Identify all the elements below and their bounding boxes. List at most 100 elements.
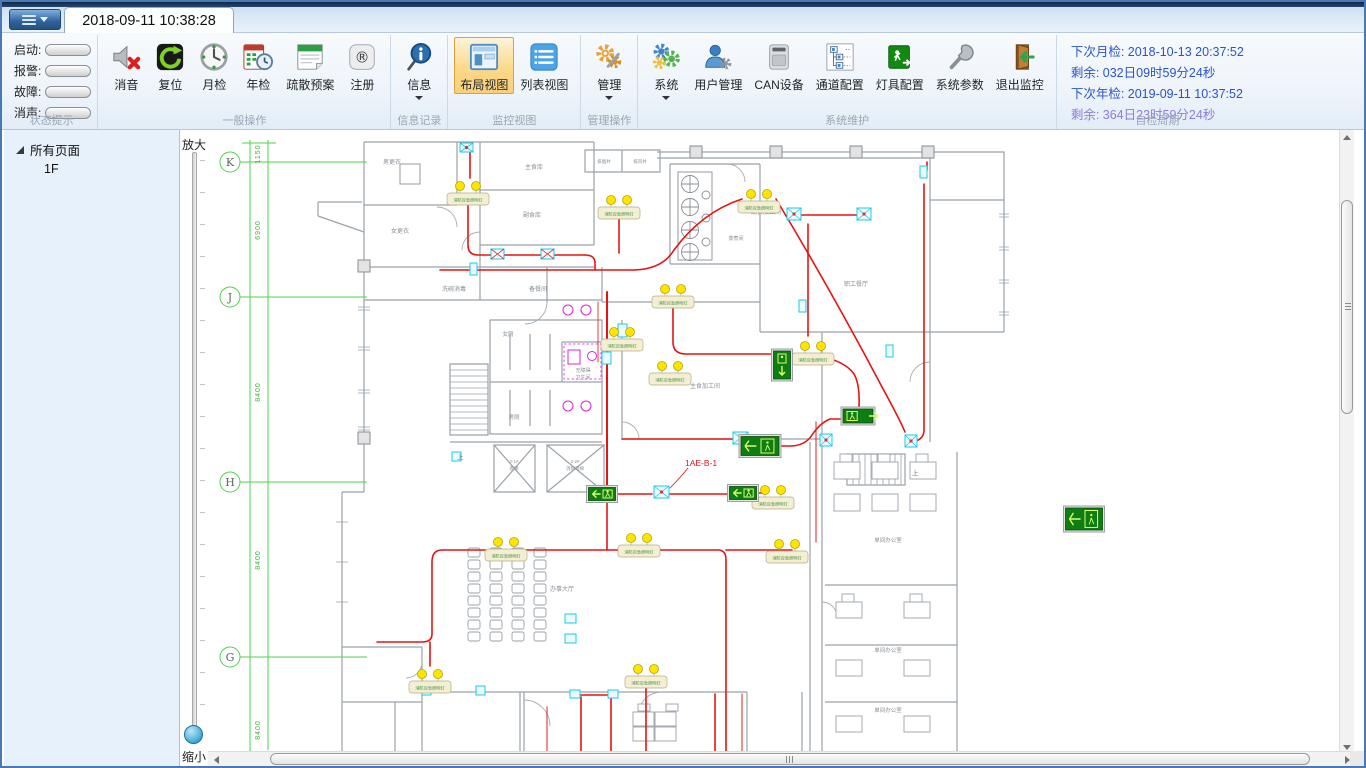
emergency-lamp[interactable]: 消防应急照明灯 xyxy=(598,196,640,220)
tree-expander-icon[interactable] xyxy=(16,146,24,154)
emergency-lamp[interactable]: 消防应急照明灯 xyxy=(447,182,489,206)
grid-row-labels: KJHG11506900840084008400 xyxy=(220,144,367,739)
room-label: 蒸煮间 xyxy=(728,235,743,242)
can-device-button[interactable]: CAN设备 xyxy=(748,37,809,94)
wall-device[interactable] xyxy=(602,352,611,364)
info-button[interactable]: 信息 xyxy=(397,37,441,101)
svg-text:K: K xyxy=(226,156,235,169)
exit-sign[interactable] xyxy=(841,407,878,425)
svg-text:®: ® xyxy=(355,48,370,66)
lamp-config-button[interactable]: 灯具配置 xyxy=(870,37,930,94)
svg-text:消防应急照明灯: 消防应急照明灯 xyxy=(624,549,654,556)
room-label: 备餐间 xyxy=(529,285,547,293)
zoom-slider-track[interactable] xyxy=(192,152,197,742)
room-label: 女厕 xyxy=(502,330,514,338)
evacuation-plan-button[interactable]: 疏散预案 xyxy=(280,37,340,94)
svg-text:消防应急照明灯: 消防应急照明灯 xyxy=(607,343,637,350)
wall-device[interactable] xyxy=(654,486,669,498)
exit-sign[interactable] xyxy=(1064,506,1105,532)
tree-node-1f[interactable]: 1F xyxy=(4,159,179,176)
emergency-lamp[interactable]: 消防应急照明灯 xyxy=(485,538,527,562)
system-params-button[interactable]: 系统参数 xyxy=(930,37,990,94)
exit-monitor-button[interactable]: 退出监控 xyxy=(990,37,1050,94)
window-ticks xyxy=(336,214,1009,602)
horizontal-scrollbar[interactable] xyxy=(208,751,1354,766)
wall-device[interactable] xyxy=(799,300,806,312)
status-label-fault: 故障: xyxy=(14,83,41,100)
zoom-slider-thumb[interactable] xyxy=(184,725,203,744)
scroll-down-icon[interactable] xyxy=(1343,745,1351,750)
emergency-lamp[interactable]: 消防应急照明灯 xyxy=(766,540,808,564)
room-label: 主食加工间 xyxy=(690,382,720,390)
menu-icon xyxy=(22,15,36,25)
user-management-button[interactable]: 用户管理 xyxy=(688,37,748,94)
wall-device[interactable] xyxy=(787,208,801,220)
floorplan-canvas[interactable]: KJHG11506900840084008400 xyxy=(208,130,1354,755)
layout-view-icon xyxy=(468,41,500,73)
vertical-scrollbar[interactable] xyxy=(1339,130,1354,755)
list-view-button[interactable]: 列表视图 xyxy=(514,37,574,94)
scroll-up-icon[interactable] xyxy=(1343,135,1351,140)
register-button[interactable]: ® 注册 xyxy=(340,37,384,94)
document-tab[interactable]: 2018-09-11 10:38:28 xyxy=(64,7,234,33)
monthly-remaining: 剩余: 032日09时59分24秒 xyxy=(1071,62,1244,81)
reset-button[interactable]: 复位 xyxy=(148,37,192,94)
tree-node-all-pages[interactable]: 所有页面 xyxy=(4,130,179,159)
exit-sign[interactable] xyxy=(772,349,793,381)
wall-device[interactable] xyxy=(541,249,554,259)
wall-device[interactable] xyxy=(476,686,485,695)
wall-device[interactable] xyxy=(820,434,832,446)
wall-device[interactable] xyxy=(565,614,576,623)
main-area: 所有页面 1F 放大 缩小 KJHG11506900840084008400 xyxy=(2,130,1364,766)
wall-device[interactable] xyxy=(460,143,473,152)
wall-device[interactable] xyxy=(857,208,871,220)
emergency-lamp[interactable]: 消防应急照明灯 xyxy=(649,362,691,386)
mute-button[interactable]: 消音 xyxy=(104,37,148,94)
group-selfcheck: 下次月检: 2018-10-13 20:37:52 剩余: 032日09时59分… xyxy=(1057,35,1258,129)
tab-title: 2018-09-11 10:38:28 xyxy=(82,13,216,29)
svg-text:6900: 6900 xyxy=(255,220,262,240)
emergency-lamp[interactable]: 消防应急照明灯 xyxy=(792,342,834,366)
calendar-clock-icon xyxy=(242,41,274,73)
exit-sign[interactable] xyxy=(739,435,781,458)
emergency-lamp[interactable]: 消防应急照明灯 xyxy=(625,665,667,689)
svg-text:上: 上 xyxy=(457,452,464,461)
scroll-left-icon[interactable] xyxy=(214,756,219,764)
exit-sign[interactable] xyxy=(587,486,618,503)
reset-icon xyxy=(154,41,186,73)
app-menu-button[interactable] xyxy=(9,9,61,30)
room-label: 女更衣 xyxy=(391,227,409,235)
zoom-in-label: 放大 xyxy=(180,136,208,153)
manage-button[interactable]: 管理 xyxy=(587,37,631,101)
emergency-lamp[interactable]: 消防应急照明灯 xyxy=(738,190,780,214)
manage-gears-icon xyxy=(593,41,625,73)
room-label: 2-1#客梯 xyxy=(509,459,519,472)
exit-sign[interactable] xyxy=(728,485,759,502)
wall-device[interactable] xyxy=(470,263,477,275)
emergency-lamp[interactable]: 消防应急照明灯 xyxy=(409,670,451,694)
monthly-check-button[interactable]: 月检 xyxy=(192,37,236,94)
floorplan-drawing: KJHG11506900840084008400 xyxy=(208,130,1339,755)
wall-device[interactable] xyxy=(920,166,927,178)
wall-device[interactable] xyxy=(905,435,917,447)
tree-config-icon xyxy=(824,41,856,73)
wall-device[interactable] xyxy=(570,690,580,698)
horizontal-scroll-thumb[interactable] xyxy=(270,753,1310,765)
system-button[interactable]: 系统 xyxy=(644,37,688,101)
annual-check-button[interactable]: 年检 xyxy=(236,37,280,94)
next-monthly-check: 下次月检: 2018-10-13 20:37:52 xyxy=(1071,41,1244,60)
vertical-scroll-thumb[interactable] xyxy=(1341,200,1353,414)
layout-view-button[interactable]: 布局视图 xyxy=(454,37,514,94)
speaker-mute-icon xyxy=(110,41,142,73)
zoom-slider-panel: 放大 缩小 xyxy=(180,130,208,766)
wall-device[interactable] xyxy=(565,634,576,643)
emergency-lamp[interactable]: 消防应急照明灯 xyxy=(618,534,660,558)
wall-device[interactable] xyxy=(886,345,893,357)
emergency-lamp[interactable]: 消防应急照明灯 xyxy=(652,285,694,309)
channel-config-button[interactable]: 通道配置 xyxy=(810,37,870,94)
list-view-icon xyxy=(528,41,560,73)
wall-device[interactable] xyxy=(491,249,504,259)
room-label: 男厕 xyxy=(508,414,520,421)
wall-device[interactable] xyxy=(608,690,618,698)
svg-text:消防应急照明灯: 消防应急照明灯 xyxy=(415,685,445,692)
